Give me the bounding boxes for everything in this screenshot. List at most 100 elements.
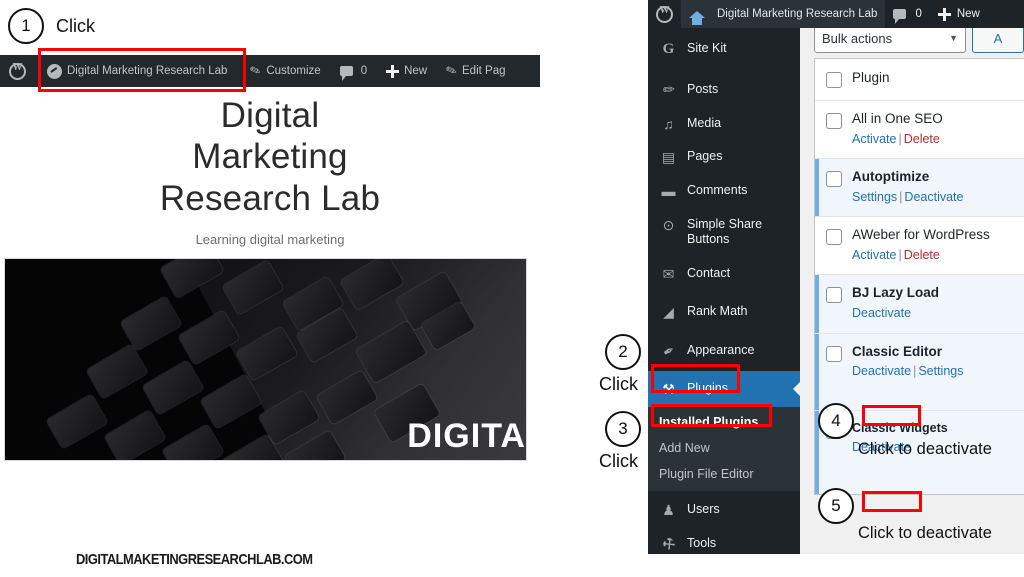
table-row[interactable]: All in One SEO Activate | Delete — [815, 101, 1024, 160]
page-title: Digital Marketing Research Lab — [0, 95, 540, 219]
plugin-row-actions: Activate | Delete — [852, 131, 943, 147]
activate-link[interactable]: Activate — [852, 248, 896, 262]
sidebar-item-users[interactable]: ♟ Users — [648, 491, 800, 527]
front-end-admin-bar: Digital Marketing Research Lab ✎ Customi… — [0, 55, 540, 87]
sidebar-item-site-kit[interactable]: G Site Kit — [648, 28, 800, 66]
apply-button[interactable]: A — [972, 28, 1024, 53]
annotation-step-4-label: Click to deactivate — [858, 440, 992, 458]
sidebar-item-label: Comments — [687, 182, 748, 197]
delete-link[interactable]: Delete — [904, 248, 940, 262]
front-wp-logo-button[interactable] — [0, 55, 33, 87]
wordpress-logo-icon — [656, 5, 673, 23]
sidebar-item-tools[interactable]: ⚒ Tools — [648, 527, 800, 554]
media-icon: ♫ — [663, 115, 674, 132]
table-row[interactable]: AWeber for WordPress Activate | Delete — [815, 217, 1024, 276]
sidebar-item-label: Pages — [687, 149, 723, 164]
table-row[interactable]: Autoptimize Settings | Deactivate — [815, 159, 1024, 218]
front-new-button[interactable]: New — [376, 55, 436, 87]
plugin-name: BJ Lazy Load — [852, 285, 940, 301]
front-edit-page-button[interactable]: ✎ Edit Pag — [436, 55, 514, 87]
plugins-submenu: Installed Plugins Add New Plugin File Ed… — [648, 407, 800, 492]
hero-title-line-3: Research Lab — [159, 178, 381, 218]
annotation-step-1-badge: 1 — [8, 8, 44, 44]
bulk-actions-select[interactable]: Bulk actions ▼ — [814, 28, 966, 53]
sidebar-item-label: Appearance — [687, 343, 755, 357]
pages-icon: ▤ — [661, 149, 676, 166]
sidebar-item-label: Rank Math — [687, 304, 748, 319]
table-header-row: Plugin — [815, 59, 1024, 101]
deactivate-link[interactable]: Deactivate — [904, 190, 963, 204]
plugin-name: All in One SEO — [852, 111, 943, 126]
deactivate-link[interactable]: Deactivate — [852, 364, 911, 378]
rankmath-icon: ◢ — [663, 304, 674, 321]
sidebar-item-posts[interactable]: ✐ Posts — [648, 66, 800, 107]
row-checkbox[interactable] — [826, 229, 842, 246]
annotation-step-5-badge: 5 — [818, 488, 854, 524]
comment-bubble-icon — [893, 9, 907, 24]
dashboard-icon — [47, 63, 62, 79]
settings-link[interactable]: Settings — [918, 364, 963, 378]
sidebar-item-label: Media — [687, 115, 722, 130]
sidebar-item-label: Tools — [687, 535, 717, 550]
table-row[interactable]: Classic Editor Deactivate | Settings — [815, 333, 1024, 411]
action-separator: | — [898, 131, 902, 146]
sidebar-item-comments[interactable]: ▬ Comments — [648, 174, 800, 208]
front-comments-button[interactable]: 0 — [330, 55, 376, 87]
sidebar-item-label: Site Kit — [687, 41, 727, 55]
admin-comments-button[interactable]: 0 — [885, 0, 929, 28]
front-site-name-button[interactable]: Digital Marketing Research Lab — [33, 55, 236, 87]
comment-bubble-icon: ▬ — [661, 182, 676, 199]
chevron-down-icon: ▼ — [949, 33, 958, 43]
user-icon: ♟ — [662, 502, 675, 519]
admin-comments-count: 0 — [915, 8, 922, 20]
table-row[interactable]: BJ Lazy Load Deactivate — [815, 275, 1024, 334]
sidebar-item-media[interactable]: ♫ Media — [648, 107, 800, 141]
submenu-item-installed-plugins[interactable]: Installed Plugins — [648, 409, 800, 435]
sidebar-item-label: Plugins — [687, 380, 728, 395]
plugin-name: Classic Widgets — [852, 420, 948, 435]
sidebar-item-simple-share-buttons[interactable]: ⊙ Simple Share Buttons — [648, 208, 800, 257]
annotation-step-1-label: Click — [56, 16, 95, 36]
annotation-step-2-label: Click — [599, 374, 638, 394]
row-checkbox[interactable] — [826, 345, 842, 362]
paintbrush-icon: ✒ — [659, 341, 678, 361]
admin-site-name-button[interactable]: Digital Marketing Research Lab — [681, 0, 886, 28]
plugins-list-content: Bulk actions ▼ A Plugin All in One SEO A… — [800, 28, 1024, 554]
wp-admin-bar: Digital Marketing Research Lab 0 New — [648, 0, 1024, 28]
settings-link[interactable]: Settings — [852, 190, 897, 204]
admin-wp-logo-button[interactable] — [648, 0, 681, 28]
sidebar-item-contact[interactable]: ✉ Contact — [648, 257, 800, 291]
row-checkbox[interactable] — [826, 287, 842, 304]
row-checkbox[interactable] — [826, 171, 842, 188]
plugin-name: Autoptimize — [852, 169, 930, 185]
hero-image-overlay-text: DIGITA — [407, 417, 526, 455]
select-all-checkbox[interactable] — [826, 72, 842, 88]
submenu-item-plugin-file-editor[interactable]: Plugin File Editor — [648, 461, 800, 487]
front-new-label: New — [404, 65, 428, 77]
sidebar-item-appearance[interactable]: ✒ Appearance — [648, 329, 800, 371]
sidebar-item-pages[interactable]: ▤ Pages — [648, 140, 800, 174]
activate-link[interactable]: Activate — [852, 132, 896, 146]
admin-site-name-label: Digital Marketing Research Lab — [717, 8, 878, 20]
front-customize-button[interactable]: ✎ Customize — [236, 55, 329, 87]
front-comments-count: 0 — [360, 65, 368, 77]
sidebar-item-plugins[interactable]: ⚒ Plugins — [648, 370, 800, 408]
row-checkbox[interactable] — [826, 113, 842, 129]
admin-new-button[interactable]: New — [930, 0, 988, 28]
plug-icon: ⚒ — [662, 380, 675, 397]
wordpress-logo-icon — [9, 62, 26, 80]
delete-link[interactable]: Delete — [904, 132, 940, 146]
envelope-icon: ✉ — [662, 265, 675, 282]
screenshot-root: 1 Click Digital Marketing Research Lab ✎… — [0, 0, 1024, 577]
google-g-icon: G — [662, 41, 675, 57]
front-customize-label: Customize — [266, 65, 321, 77]
comment-bubble-icon — [339, 66, 353, 81]
deactivate-link[interactable]: Deactivate — [852, 306, 911, 320]
submenu-item-add-new[interactable]: Add New — [648, 435, 800, 461]
sidebar-item-rank-math[interactable]: ◢ Rank Math — [648, 290, 800, 329]
sidebar-item-label: Contact — [687, 265, 731, 280]
plugin-row-actions: Deactivate — [852, 305, 939, 321]
hero-title-line-2: Marketing — [192, 137, 348, 177]
annotation-step-5-label: Click to deactivate — [858, 524, 992, 542]
watermark: DIGITALMAKETINGRESEARCHLAB.COM — [76, 551, 313, 568]
